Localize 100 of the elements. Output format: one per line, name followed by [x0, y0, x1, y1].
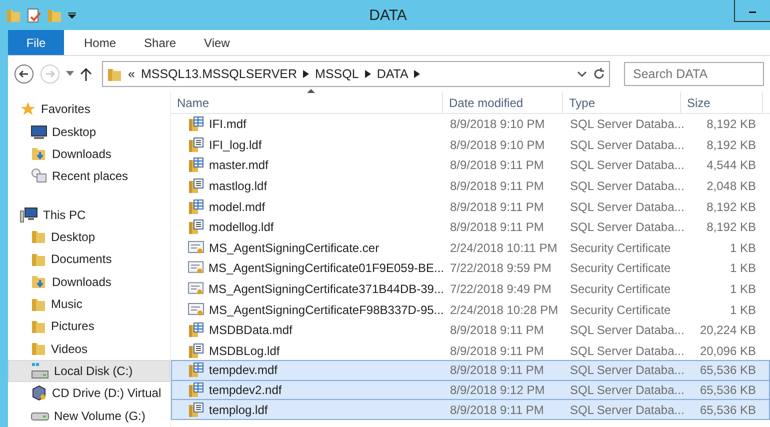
- minimize-button[interactable]: –: [734, 0, 770, 22]
- file-row[interactable]: master.mdf 8/9/2018 9:11 PM SQL Server Databa... 4,544 KB: [171, 155, 770, 176]
- chevron-right-icon: [414, 70, 420, 78]
- date-modified: 8/9/2018 9:11 PM: [449, 342, 545, 360]
- column-header[interactable]: Name: [171, 92, 443, 113]
- file-size: 8,192 KB: [706, 219, 757, 236]
- date-modified: 8/9/2018 9:10 PM: [449, 116, 546, 134]
- file-row[interactable]: modellog.ldf 8/9/2018 9:11 PM SQL Server Databa... 8,192 KB: [171, 216, 770, 238]
- sidebar-item[interactable]: Pictures: [8, 315, 170, 338]
- date-modified: 8/9/2018 9:11 PM: [449, 402, 545, 419]
- folder-icon: [31, 318, 46, 334]
- folder-icon: [31, 229, 46, 244]
- database-file-icon: [188, 382, 204, 398]
- file-size: 8,192 KB: [706, 136, 757, 154]
- file-size: 65,536 KB: [698, 402, 757, 419]
- refresh-icon[interactable]: [593, 68, 605, 80]
- file-row[interactable]: MSDBData.mdf 8/9/2018 9:11 PM SQL Server Databa... 20,224 KB: [171, 320, 770, 341]
- file-name: MSDBData.mdf: [209, 323, 292, 338]
- file-type: SQL Server Databa...: [569, 157, 682, 174]
- downloads-folder-icon: [31, 146, 47, 162]
- monitor-icon: [31, 124, 47, 139]
- date-modified: 8/9/2018 9:10 PM: [449, 136, 546, 154]
- sidebar-item[interactable]: This PC: [8, 203, 170, 226]
- file-row[interactable]: templog.ldf 8/9/2018 9:11 PM SQL Server Databa... 65,536 KB: [171, 399, 770, 420]
- file-row[interactable]: MSDBLog.ldf 8/9/2018 9:11 PM SQL Server Databa... 20,096 KB: [171, 340, 770, 362]
- breadcrumb[interactable]: MSSQL: [315, 67, 359, 81]
- breadcrumb[interactable]: DATA: [376, 67, 408, 81]
- sidebar-item[interactable]: Videos: [8, 338, 170, 360]
- file-row[interactable]: MS_AgentSigningCertificateF98B337D-95... 2/24/2018 10:28 PM Security Certificate 1 KB: [171, 299, 770, 320]
- back-icon[interactable]: [14, 64, 34, 84]
- log-file-icon: [188, 178, 204, 194]
- breadcrumb-overflow[interactable]: «: [128, 67, 135, 81]
- file-name: IFI_log.ldf: [209, 138, 262, 152]
- certificate-icon: [188, 302, 204, 317]
- address-bar[interactable]: « MSSQL13.MSSQLSERVER MSSQL DATA: [102, 61, 610, 87]
- date-modified: 2/24/2018 10:11 PM: [449, 240, 558, 257]
- column-header[interactable]: Date modified: [443, 92, 563, 113]
- log-file-icon: [188, 402, 204, 418]
- drive-icon: [31, 410, 49, 422]
- dropdown-icon[interactable]: [68, 11, 76, 19]
- log-file-icon: [188, 136, 204, 153]
- file-row[interactable]: tempdev.mdf 8/9/2018 9:11 PM SQL Server Databa... 65,536 KB: [171, 360, 770, 381]
- file-row[interactable]: model.mdf 8/9/2018 9:11 PM SQL Server Databa... 8,192 KB: [171, 196, 770, 217]
- folder-icon: [31, 341, 46, 356]
- sidebar-item[interactable]: Downloads: [8, 270, 170, 293]
- file-type: Security Certificate: [569, 240, 672, 257]
- file-row[interactable]: MS_AgentSigningCertificate371B44DB-39... 7/22/2018 9:49 PM Security Certificate 1 KB: [171, 278, 770, 300]
- date-modified: 8/9/2018 9:11 PM: [449, 219, 545, 236]
- log-file-icon: [188, 342, 204, 359]
- file-type: SQL Server Databa...: [569, 402, 682, 419]
- date-modified: 7/22/2018 9:59 PM: [449, 260, 552, 278]
- file-row[interactable]: IFI.mdf 8/9/2018 9:10 PM SQL Server Databa... 8,192 KB: [171, 114, 770, 135]
- sidebar-item[interactable]: CD Drive (D:) Virtual: [8, 382, 170, 405]
- sidebar-item[interactable]: Music: [8, 292, 170, 316]
- file-name: templog.ldf: [209, 402, 268, 417]
- new-folder-icon: [47, 8, 62, 22]
- file-size: 4,544 KB: [706, 157, 757, 174]
- search-field[interactable]: Search DATA: [624, 62, 764, 86]
- file-size: 8,192 KB: [706, 116, 757, 134]
- caret-icon[interactable]: [66, 71, 74, 77]
- sidebar-item[interactable]: Recent places: [8, 165, 170, 188]
- breadcrumb[interactable]: MSSQL13.MSSQLSERVER: [140, 67, 298, 81]
- sidebar-item[interactable]: Desktop: [8, 226, 170, 248]
- file-row[interactable]: IFI_log.ldf 8/9/2018 9:10 PM SQL Server Databa... 8,192 KB: [171, 134, 770, 156]
- file-row[interactable]: MS_AgentSigningCertificate01F9E059-BE... 7/22/2018 9:59 PM Security Certificate 1 KB: [171, 258, 770, 279]
- file-type: SQL Server Databa...: [569, 322, 682, 340]
- file-type: SQL Server Databa...: [569, 362, 682, 380]
- sidebar-item[interactable]: Local Disk (C:): [8, 360, 170, 382]
- file-row[interactable]: mastlog.ldf 8/9/2018 9:11 PM SQL Server Databa... 2,048 KB: [171, 176, 770, 196]
- file-type: SQL Server Databa...: [569, 116, 682, 134]
- file-type: SQL Server Databa...: [569, 136, 682, 154]
- disk-drive-icon: [31, 363, 49, 380]
- column-header[interactable]: Type: [563, 92, 681, 113]
- column-header[interactable]: Size: [681, 92, 763, 113]
- sidebar-item[interactable]: Desktop: [8, 120, 170, 143]
- log-file-icon: [188, 219, 204, 236]
- file-size: 1 KB: [728, 281, 757, 298]
- date-modified: 8/9/2018 9:11 PM: [449, 178, 545, 196]
- date-modified: 8/9/2018 9:11 PM: [449, 322, 545, 340]
- file-type: Security Certificate: [569, 260, 672, 278]
- folder-icon: [6, 8, 21, 22]
- file-size: 20,096 KB: [698, 342, 757, 360]
- file-size: 1 KB: [728, 240, 757, 257]
- file-row[interactable]: MS_AgentSigningCertificate.cer 2/24/2018 10:11 PM Security Certificate 1 KB: [171, 238, 770, 258]
- database-file-icon: [188, 198, 204, 215]
- sidebar-item[interactable]: Documents: [8, 248, 170, 271]
- database-file-icon: [188, 322, 204, 338]
- file-name: MS_AgentSigningCertificate01F9E059-BE...: [208, 261, 444, 276]
- sidebar-item[interactable]: New Volume (G:): [8, 404, 170, 427]
- ribbon-tab[interactable]: File: [8, 30, 64, 55]
- file-name: tempdev.mdf: [209, 363, 278, 378]
- file-name: modellog.ldf: [209, 220, 274, 234]
- chevron-down-icon[interactable]: [577, 70, 587, 78]
- file-row[interactable]: tempdev2.ndf 8/9/2018 9:12 PM SQL Server Databa... 65,536 KB: [171, 380, 770, 400]
- certificate-icon: [188, 261, 204, 276]
- up-icon[interactable]: [80, 67, 92, 81]
- star-icon: [20, 101, 36, 118]
- sidebar-item[interactable]: Favorites: [8, 98, 170, 120]
- file-name: model.mdf: [209, 200, 266, 214]
- sidebar-item[interactable]: Downloads: [8, 142, 170, 166]
